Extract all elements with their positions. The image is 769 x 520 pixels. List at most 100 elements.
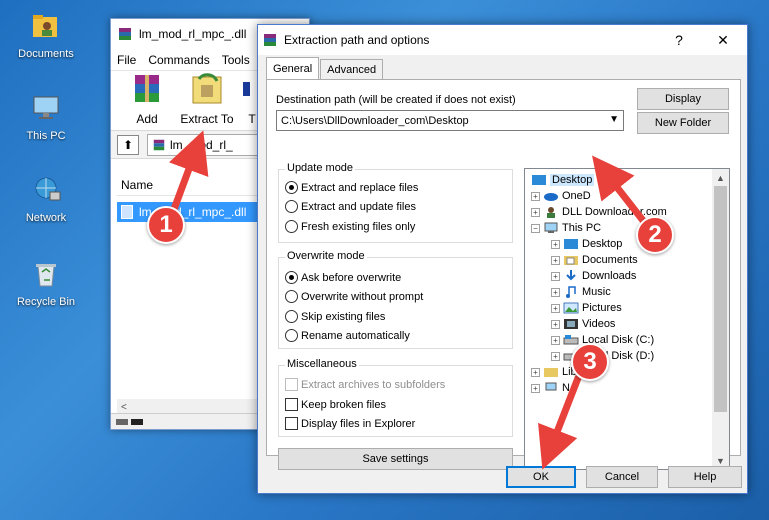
desktop-icon-label: Network: [25, 212, 67, 224]
tree-item-downloads[interactable]: + Downloads: [551, 268, 636, 284]
scroll-left-icon: <: [121, 402, 127, 413]
update-mode-group: Update mode Extract and replace files Ex…: [278, 162, 513, 243]
miscellaneous-title: Miscellaneous: [285, 358, 359, 370]
up-folder-button[interactable]: ⬆: [117, 134, 139, 155]
documents-folder-icon: [564, 256, 578, 265]
tree-item-desktop[interactable]: Desktop: [531, 172, 595, 188]
checkbox-extract-subfolders[interactable]: Extract archives to subfolders: [285, 378, 445, 391]
expand-icon: +: [551, 319, 560, 329]
scroll-up-icon[interactable]: ▲: [712, 169, 729, 186]
radio-label: Extract and replace files: [301, 181, 419, 194]
network-icon: [545, 382, 557, 391]
checkbox-label: Display files in Explorer: [301, 417, 416, 430]
dialog-tabs: General Advanced: [266, 57, 384, 79]
dll-file-icon: [121, 205, 133, 219]
extract-to-button[interactable]: Extract To: [177, 71, 237, 126]
extract-to-icon: [192, 73, 222, 104]
radio-ask-before-overwrite[interactable]: Ask before overwrite: [285, 271, 401, 284]
annotation-marker-3: 3: [571, 343, 609, 381]
display-button[interactable]: Display: [637, 88, 729, 110]
desktop-icon-label: This PC: [26, 130, 66, 142]
overwrite-mode-group: Overwrite mode Ask before overwrite Over…: [278, 250, 513, 349]
tree-item-videos[interactable]: + Videos: [551, 316, 615, 332]
menu-file[interactable]: File: [111, 53, 142, 67]
expand-icon: +: [531, 367, 540, 377]
close-button[interactable]: ✕: [701, 25, 745, 55]
radio-overwrite-without-prompt[interactable]: Overwrite without prompt: [285, 290, 423, 303]
save-settings-button[interactable]: Save settings: [278, 448, 513, 470]
expand-icon: +: [551, 239, 560, 249]
scroll-thumb[interactable]: [714, 186, 727, 412]
expand-icon: +: [551, 335, 560, 345]
tree-label: Music: [582, 286, 611, 298]
tree-label: Downloads: [582, 270, 637, 282]
tree-item-network[interactable]: + N: [531, 380, 570, 396]
desktop-icon-network[interactable]: Network: [8, 174, 84, 224]
close-icon: ✕: [717, 31, 729, 48]
add-button[interactable]: Add: [117, 71, 177, 126]
desktop-folder-icon: [564, 239, 578, 249]
tree-item-local-disk-c[interactable]: + Local Disk (C:): [551, 332, 654, 348]
expand-icon: +: [531, 191, 540, 201]
new-folder-button[interactable]: New Folder: [637, 112, 729, 134]
tree-label: Videos: [582, 318, 616, 330]
desktop-icon-this-pc[interactable]: This PC: [8, 92, 84, 142]
desktop-icon-label: Recycle Bin: [16, 296, 76, 308]
radio-rename-automatically[interactable]: Rename automatically: [285, 329, 410, 342]
menu-tools[interactable]: Tools: [216, 53, 256, 67]
tree-item-documents[interactable]: + Documents: [551, 252, 638, 268]
desktop-icon-documents[interactable]: Documents: [8, 10, 84, 60]
radio-extract-replace[interactable]: Extract and replace files: [285, 181, 418, 194]
folder-tree[interactable]: Desktop + OneD + DLL Downloader.com − Th…: [524, 168, 730, 470]
expand-icon: +: [551, 271, 560, 281]
tree-item-pictures[interactable]: + Pictures: [551, 300, 622, 316]
checkbox-icon: [285, 398, 298, 411]
destination-path-value: C:\Users\DllDownloader_com\Desktop: [281, 114, 469, 127]
extract-to-label: Extract To: [180, 112, 234, 126]
dialog-title: Extraction path and options: [284, 33, 430, 47]
cancel-button[interactable]: Cancel: [586, 466, 658, 488]
desktop-icon-recycle-bin[interactable]: Recycle Bin: [8, 258, 84, 308]
tab-advanced[interactable]: Advanced: [320, 59, 384, 79]
checkbox-label: Extract archives to subfolders: [301, 378, 446, 391]
recycle-bin-icon: [36, 264, 56, 287]
chevron-down-icon: ▼: [609, 114, 619, 125]
network-icon: [35, 177, 61, 201]
tree-label: This PC: [562, 222, 602, 234]
radio-label: Ask before overwrite: [301, 271, 402, 284]
tree-item-onedrive[interactable]: + OneD: [531, 188, 591, 204]
tab-general[interactable]: General: [266, 57, 320, 79]
help-button[interactable]: Help: [668, 466, 742, 488]
radio-icon: [285, 200, 298, 213]
tree-item-this-pc[interactable]: − This PC: [531, 220, 601, 236]
update-mode-title: Update mode: [285, 162, 356, 174]
destination-label: Destination path (will be created if doe…: [276, 94, 516, 106]
drive-icon: [563, 335, 579, 345]
radio-label: Extract and update files: [301, 200, 416, 213]
dialog-title-bar[interactable]: Extraction path and options ? ✕: [258, 25, 747, 55]
miscellaneous-group: Miscellaneous Extract archives to subfol…: [278, 358, 513, 437]
radio-icon: [285, 290, 298, 303]
tree-vertical-scrollbar[interactable]: ▲ ▼: [712, 169, 729, 469]
checkbox-display-explorer[interactable]: Display files in Explorer: [285, 417, 415, 430]
expand-icon: +: [531, 383, 540, 393]
radio-label: Rename automatically: [301, 329, 410, 342]
videos-icon: [564, 319, 578, 329]
checkbox-keep-broken[interactable]: Keep broken files: [285, 398, 386, 411]
destination-path-field[interactable]: C:\Users\DllDownloader_com\Desktop ▼: [276, 110, 624, 131]
tree-item-music[interactable]: + Music: [551, 284, 611, 300]
ok-button[interactable]: OK: [506, 466, 576, 488]
expand-icon: +: [551, 287, 560, 297]
collapse-icon: −: [531, 223, 540, 233]
tree-item-pc-desktop[interactable]: + Desktop: [551, 236, 622, 252]
help-title-button[interactable]: ?: [657, 25, 701, 55]
annotation-marker-1: 1: [147, 206, 185, 244]
radio-fresh-existing[interactable]: Fresh existing files only: [285, 220, 415, 233]
radio-skip-existing[interactable]: Skip existing files: [285, 310, 385, 323]
question-icon: ?: [675, 32, 683, 48]
menu-commands[interactable]: Commands: [142, 53, 215, 67]
desktop-folder-icon: [532, 175, 546, 185]
music-icon: [566, 286, 576, 298]
download-icon: [566, 270, 576, 281]
radio-extract-update[interactable]: Extract and update files: [285, 200, 416, 213]
